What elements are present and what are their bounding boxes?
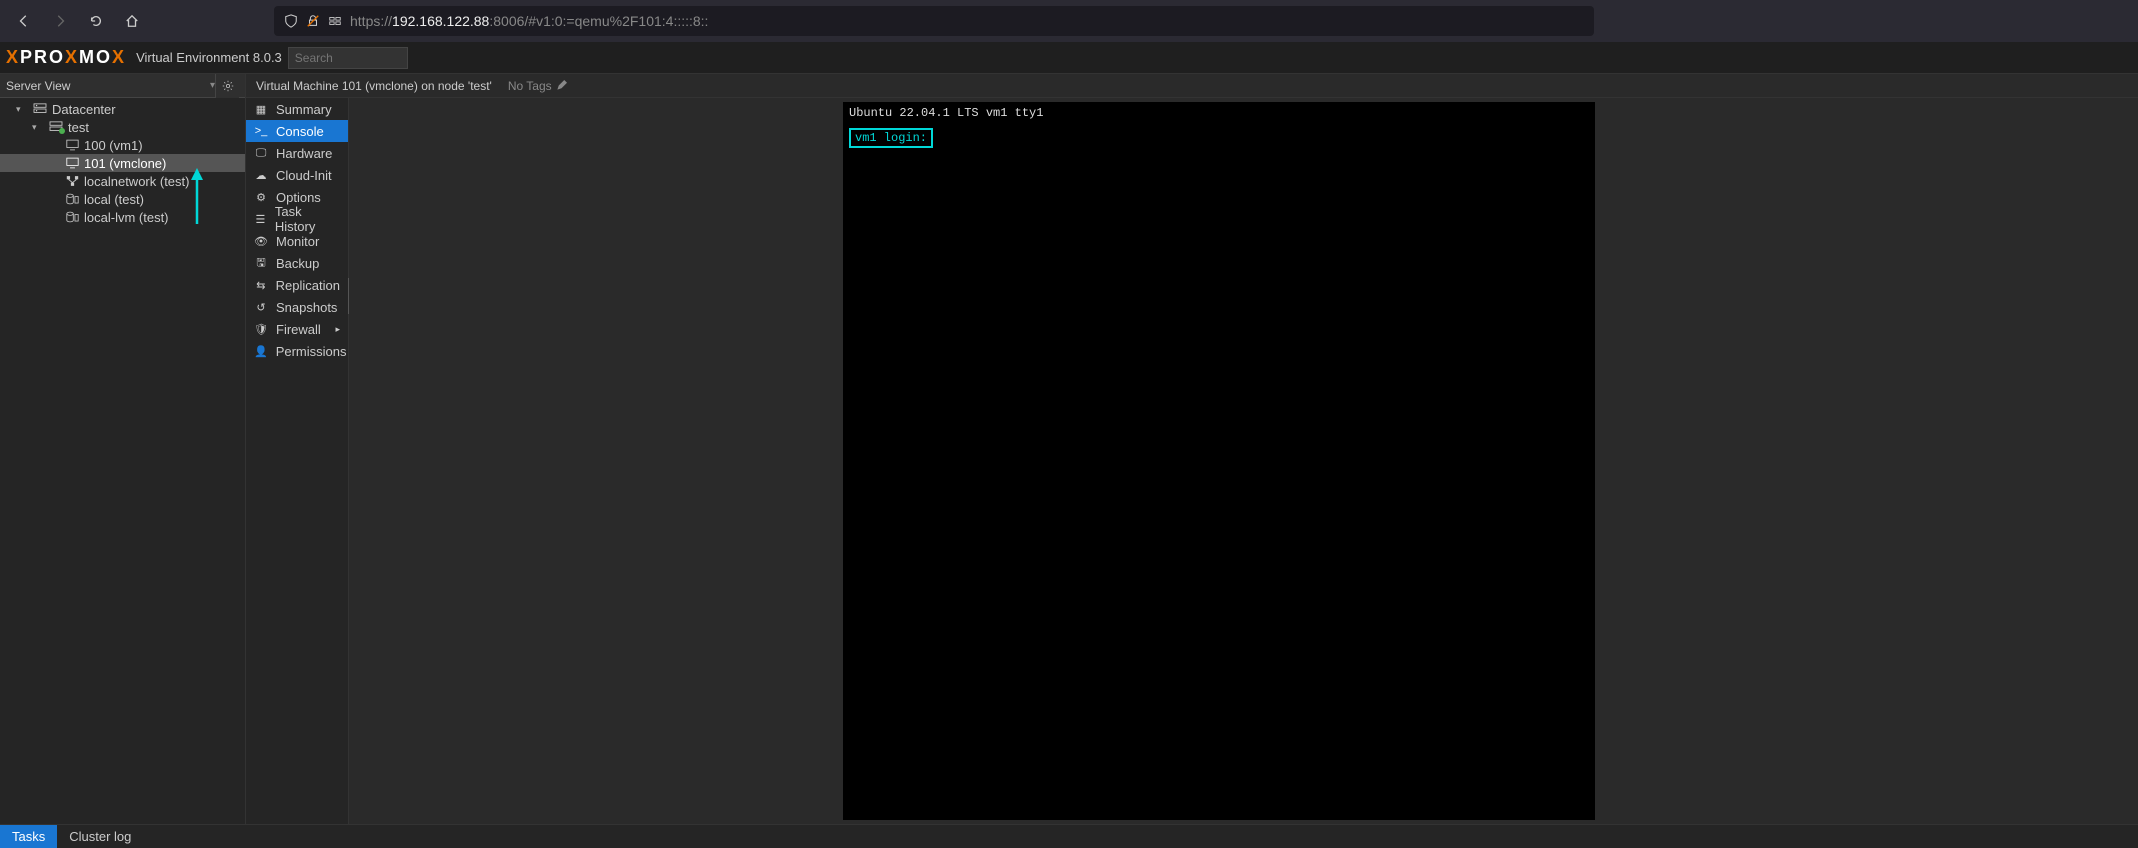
submenu-label: Snapshots	[276, 300, 337, 315]
eye-icon: 👁	[254, 235, 268, 248]
view-label: Server View	[6, 79, 70, 93]
submenu-backup[interactable]: 🖫 Backup	[246, 252, 348, 274]
sidebar-settings-button[interactable]	[215, 74, 239, 98]
database-icon	[64, 193, 80, 205]
save-icon: 🖫	[254, 254, 268, 273]
submenu-label: Backup	[276, 256, 319, 271]
collapse-icon: ▾	[32, 122, 44, 133]
desktop-icon: 🖵	[254, 147, 268, 160]
retweet-icon: ⇆	[254, 279, 268, 292]
monitor-icon	[64, 139, 80, 151]
logo[interactable]: XPROXMOX	[0, 42, 132, 73]
submenu-console[interactable]: >_ Console	[246, 120, 348, 142]
footer: Tasks Cluster log	[0, 824, 2138, 848]
history-icon: ↺	[254, 301, 268, 314]
reload-button[interactable]	[80, 5, 112, 37]
vm-submenu: ▦ Summary >_ Console 🖵 Hardware ☁ Cloud-…	[246, 98, 349, 824]
chevron-right-icon: ▸	[335, 324, 340, 335]
submenu-label: Options	[276, 190, 321, 205]
app-header: XPROXMOX Virtual Environment 8.0.3	[0, 42, 2138, 74]
tree-storage-local[interactable]: local (test)	[0, 190, 245, 208]
back-button[interactable]	[8, 5, 40, 37]
submenu-label: Replication	[276, 278, 340, 293]
submenu-label: Monitor	[276, 234, 319, 249]
submenu-summary[interactable]: ▦ Summary	[246, 98, 348, 120]
list-icon: ☰	[254, 213, 267, 226]
submenu-snapshots[interactable]: ↺ Snapshots	[246, 296, 348, 318]
tree-node-test[interactable]: ▾ test	[0, 118, 245, 136]
version-label: Virtual Environment 8.0.3	[136, 50, 282, 65]
gear-icon	[222, 80, 234, 92]
book-icon: ▦	[254, 103, 268, 116]
url-text: https://192.168.122.88:8006/#v1:0:=qemu%…	[350, 13, 708, 29]
submenu-permissions[interactable]: 👤 Permissions	[246, 340, 348, 362]
tree-datacenter[interactable]: ▾ Datacenter	[0, 100, 245, 118]
sidebar-view-selector[interactable]: Server View ▾	[0, 74, 245, 98]
tree-label: local (test)	[84, 192, 144, 207]
console-login-prompt: vm1 login:	[849, 128, 933, 148]
pencil-icon	[556, 80, 567, 91]
tree-localnetwork[interactable]: localnetwork (test)	[0, 172, 245, 190]
search-input[interactable]	[288, 47, 408, 69]
forward-button[interactable]	[44, 5, 76, 37]
submenu-replication[interactable]: ⇆ Replication	[246, 274, 348, 296]
tree-label: test	[68, 120, 89, 135]
tree-vm-100[interactable]: 100 (vm1)	[0, 136, 245, 154]
url-bar[interactable]: https://192.168.122.88:8006/#v1:0:=qemu%…	[274, 6, 1594, 36]
submenu-label: Firewall	[276, 322, 321, 337]
tree-label: 101 (vmclone)	[84, 156, 166, 171]
user-icon: 👤	[254, 345, 268, 358]
submenu-label: Permissions	[276, 344, 347, 359]
submenu-label: Cloud-Init	[276, 168, 332, 183]
monitor-icon	[64, 157, 80, 169]
submenu-hardware[interactable]: 🖵 Hardware	[246, 142, 348, 164]
tree-label: Datacenter	[52, 102, 116, 117]
tree-storage-local-lvm[interactable]: local-lvm (test)	[0, 208, 245, 226]
resource-tree: ▾ Datacenter ▾ test 100 (vm1)	[0, 98, 245, 824]
submenu-label: Hardware	[276, 146, 332, 161]
shield-icon: 🛡	[254, 323, 268, 336]
tags-button[interactable]: No Tags	[508, 79, 567, 93]
gear-icon: ⚙	[254, 191, 268, 204]
console-area: Ubuntu 22.04.1 LTS vm1 tty1 vm1 login:	[349, 98, 2138, 824]
footer-tab-cluster-log[interactable]: Cluster log	[57, 825, 143, 848]
tree-label: 100 (vm1)	[84, 138, 143, 153]
sidebar: Server View ▾ ▾ Datacenter ▾ tes	[0, 74, 246, 824]
shield-icon	[284, 14, 298, 28]
node-icon	[48, 121, 64, 133]
arrow-right-icon	[53, 14, 67, 28]
submenu-label: Summary	[276, 102, 332, 117]
submenu-firewall[interactable]: 🛡 Firewall ▸	[246, 318, 348, 340]
terminal-icon: >_	[254, 125, 268, 137]
console-banner: Ubuntu 22.04.1 LTS vm1 tty1	[849, 106, 1589, 120]
lock-warn-icon	[306, 14, 320, 28]
browser-toolbar: https://192.168.122.88:8006/#v1:0:=qemu%…	[0, 0, 2138, 42]
submenu-cloud-init[interactable]: ☁ Cloud-Init	[246, 164, 348, 186]
database-icon	[64, 211, 80, 223]
vnc-console[interactable]: Ubuntu 22.04.1 LTS vm1 tty1 vm1 login:	[843, 102, 1595, 820]
permissions-icon	[328, 14, 342, 28]
content-area: Virtual Machine 101 (vmclone) on node 't…	[246, 74, 2138, 824]
submenu-task-history[interactable]: ☰ Task History	[246, 208, 348, 230]
reload-icon	[89, 14, 103, 28]
content-header: Virtual Machine 101 (vmclone) on node 't…	[246, 74, 2138, 98]
collapse-icon: ▾	[16, 104, 28, 115]
submenu-label: Task History	[275, 204, 340, 234]
content-title: Virtual Machine 101 (vmclone) on node 't…	[256, 79, 492, 93]
tree-vm-101[interactable]: 101 (vmclone)	[0, 154, 245, 172]
server-icon	[32, 103, 48, 115]
cloud-icon: ☁	[254, 169, 268, 182]
tree-label: local-lvm (test)	[84, 210, 169, 225]
footer-tab-tasks[interactable]: Tasks	[0, 825, 57, 848]
tree-label: localnetwork (test)	[84, 174, 189, 189]
submenu-label: Console	[276, 124, 324, 139]
arrow-left-icon	[17, 14, 31, 28]
home-icon	[125, 14, 139, 28]
network-icon	[64, 175, 80, 187]
home-button[interactable]	[116, 5, 148, 37]
